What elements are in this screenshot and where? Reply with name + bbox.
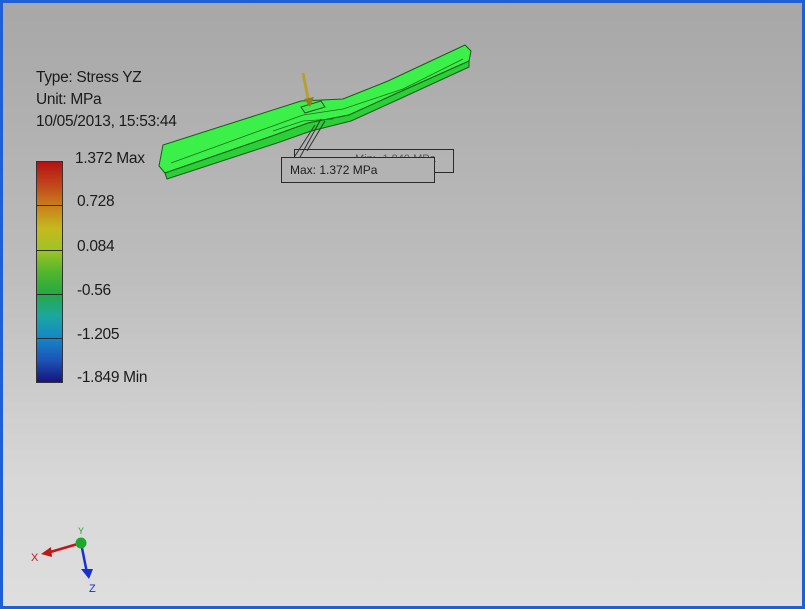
x-axis-arrow-icon <box>41 547 52 557</box>
graphics-viewport[interactable]: Type: Stress YZ Unit: MPa 10/05/2013, 15… <box>0 0 805 609</box>
x-axis-label: X <box>31 552 39 564</box>
y-axis-icon <box>75 537 87 549</box>
max-probe-label[interactable]: Max: 1.372 MPa <box>281 157 435 183</box>
model-scene[interactable] <box>3 3 805 609</box>
z-axis-arrow-icon <box>81 569 93 579</box>
y-axis-label: Y <box>78 526 84 536</box>
max-probe-text: Max: 1.372 MPa <box>290 163 378 177</box>
axis-triad[interactable]: X Z Y <box>25 523 115 603</box>
z-axis-label: Z <box>89 583 96 595</box>
